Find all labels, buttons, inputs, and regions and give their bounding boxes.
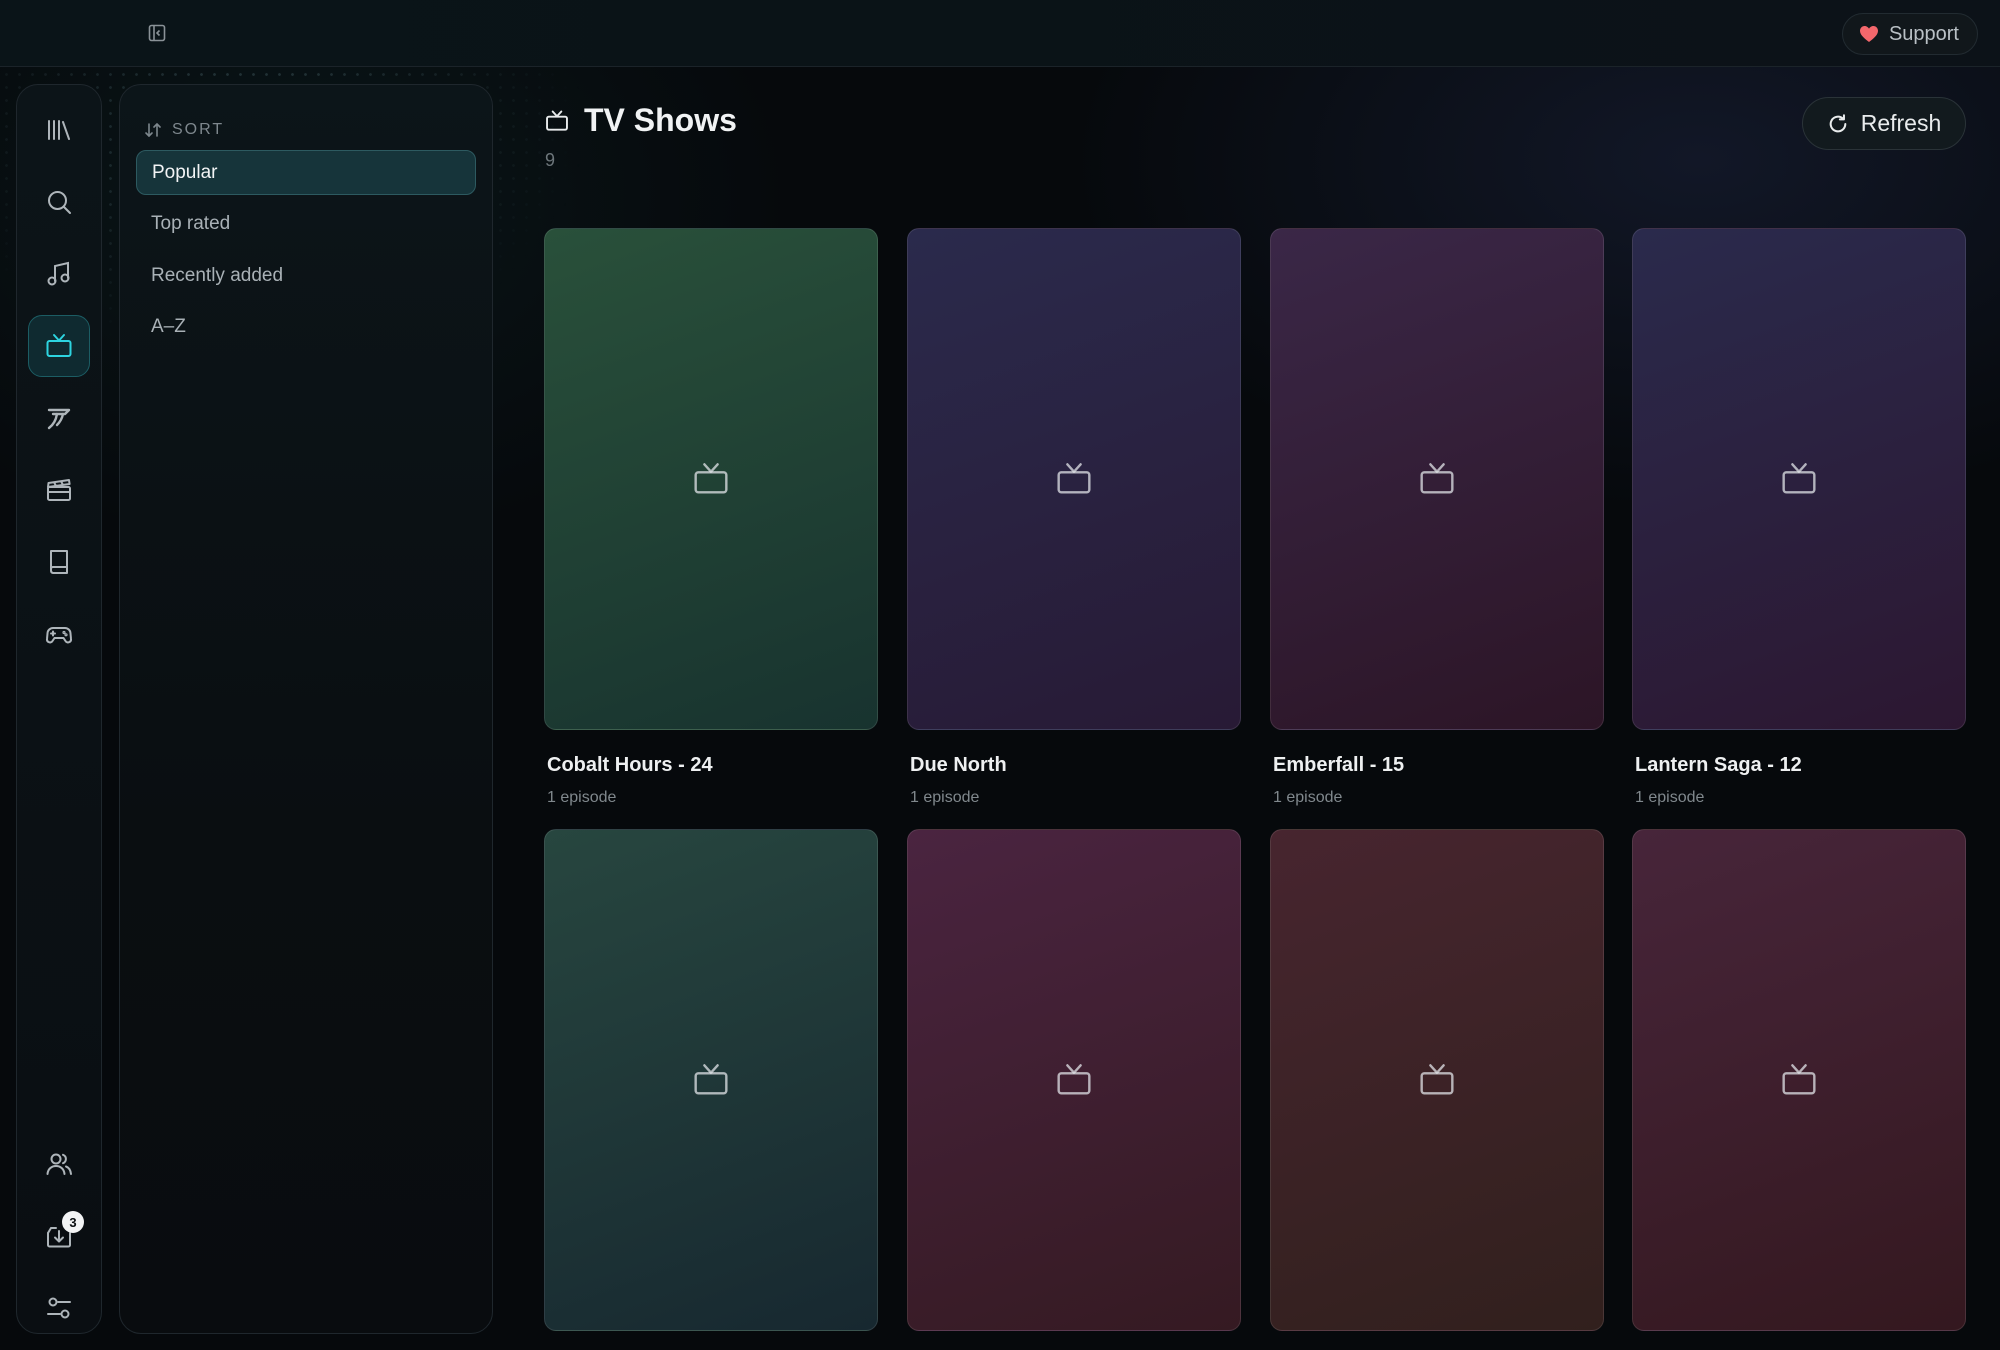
show-card[interactable] xyxy=(907,829,1241,1350)
show-card[interactable] xyxy=(1270,829,1604,1350)
show-card[interactable]: Due North 1 episode xyxy=(907,228,1241,807)
sort-header: SORT xyxy=(144,121,224,139)
sliders-icon xyxy=(47,1297,71,1319)
nav-anime[interactable] xyxy=(28,387,90,449)
show-episode-count: 1 episode xyxy=(1273,789,1343,806)
show-poster[interactable] xyxy=(544,829,878,1331)
nav-music[interactable] xyxy=(28,243,90,305)
nav-search[interactable] xyxy=(28,171,90,233)
tv-placeholder-icon xyxy=(1420,463,1454,494)
refresh-button[interactable]: Refresh xyxy=(1802,97,1966,150)
show-poster[interactable] xyxy=(1632,829,1966,1331)
nav-tv[interactable] xyxy=(28,315,90,377)
search-icon xyxy=(48,191,71,214)
nav-downloads[interactable]: 3 xyxy=(28,1205,90,1267)
book-icon xyxy=(50,550,68,574)
music-icon xyxy=(47,261,70,286)
tv-placeholder-icon xyxy=(694,463,728,494)
show-poster[interactable] xyxy=(907,228,1241,730)
support-button[interactable]: Support xyxy=(1841,13,1978,55)
users-icon xyxy=(46,1153,72,1175)
tv-placeholder-icon xyxy=(1782,463,1816,494)
sort-arrows-icon xyxy=(145,123,161,137)
show-poster[interactable] xyxy=(1632,228,1966,730)
refresh-icon xyxy=(1829,113,1847,132)
library-icon xyxy=(48,120,70,140)
show-title: Due North xyxy=(910,754,1007,776)
page-title-text: TV Shows xyxy=(584,102,737,138)
tv-placeholder-icon xyxy=(1057,1064,1091,1095)
show-card[interactable] xyxy=(544,829,878,1350)
nav-settings[interactable] xyxy=(28,1277,90,1339)
show-card[interactable]: Emberfall - 15 1 episode xyxy=(1270,228,1604,807)
sort-option-top-rated[interactable]: Top rated xyxy=(136,201,476,246)
tv-placeholder-icon xyxy=(1057,463,1091,494)
nav-rail: 3 xyxy=(16,84,102,1334)
show-episode-count: 1 episode xyxy=(547,789,617,806)
show-poster[interactable] xyxy=(544,228,878,730)
page-title: TV Shows xyxy=(544,102,737,139)
show-poster[interactable] xyxy=(1270,228,1604,730)
clapperboard-icon xyxy=(47,479,71,501)
show-card[interactable] xyxy=(1632,829,1966,1350)
show-card[interactable]: Cobalt Hours - 24 1 episode xyxy=(544,228,878,807)
sort-header-label: SORT xyxy=(172,121,225,138)
show-title: Emberfall - 15 xyxy=(1273,754,1405,776)
refresh-label: Refresh xyxy=(1860,110,1942,136)
sidebar-toggle-icon xyxy=(148,24,166,42)
sort-option-recently-added[interactable]: Recently added xyxy=(136,253,476,298)
heart-icon xyxy=(1859,26,1878,42)
tv-icon xyxy=(546,110,568,131)
nav-users[interactable] xyxy=(28,1133,90,1195)
show-title: Lantern Saga - 12 xyxy=(1635,754,1802,776)
show-card[interactable]: Lantern Saga - 12 1 episode xyxy=(1632,228,1966,807)
nav-movies[interactable] xyxy=(28,459,90,521)
nav-games[interactable] xyxy=(28,603,90,665)
sort-option-a-z[interactable]: A–Z xyxy=(136,304,476,349)
tv-icon xyxy=(46,334,72,357)
sort-option-popular[interactable]: Popular xyxy=(136,150,476,195)
item-count: 9 xyxy=(545,150,556,170)
show-episode-count: 1 episode xyxy=(910,789,980,806)
show-poster[interactable] xyxy=(907,829,1241,1331)
show-poster[interactable] xyxy=(1270,829,1604,1331)
sort-panel: SORT Popular Top rated Recently added A–… xyxy=(119,84,493,1334)
nav-books[interactable] xyxy=(28,531,90,593)
app-root: Support 3 SORT Popular Top rated Recentl… xyxy=(0,0,2000,1350)
top-bar: Support xyxy=(0,0,2000,67)
tv-placeholder-icon xyxy=(1420,1064,1454,1095)
sidebar-toggle-button[interactable] xyxy=(142,20,172,46)
gamepad-icon xyxy=(46,627,72,644)
nav-library[interactable] xyxy=(28,99,90,161)
support-label: Support xyxy=(1888,22,1959,45)
show-episode-count: 1 episode xyxy=(1635,789,1705,806)
show-title: Cobalt Hours - 24 xyxy=(547,754,713,776)
tv-placeholder-icon xyxy=(694,1064,728,1095)
tv-placeholder-icon xyxy=(1782,1064,1816,1095)
downloads-badge: 3 xyxy=(62,1211,84,1233)
brush-icon xyxy=(47,408,71,430)
